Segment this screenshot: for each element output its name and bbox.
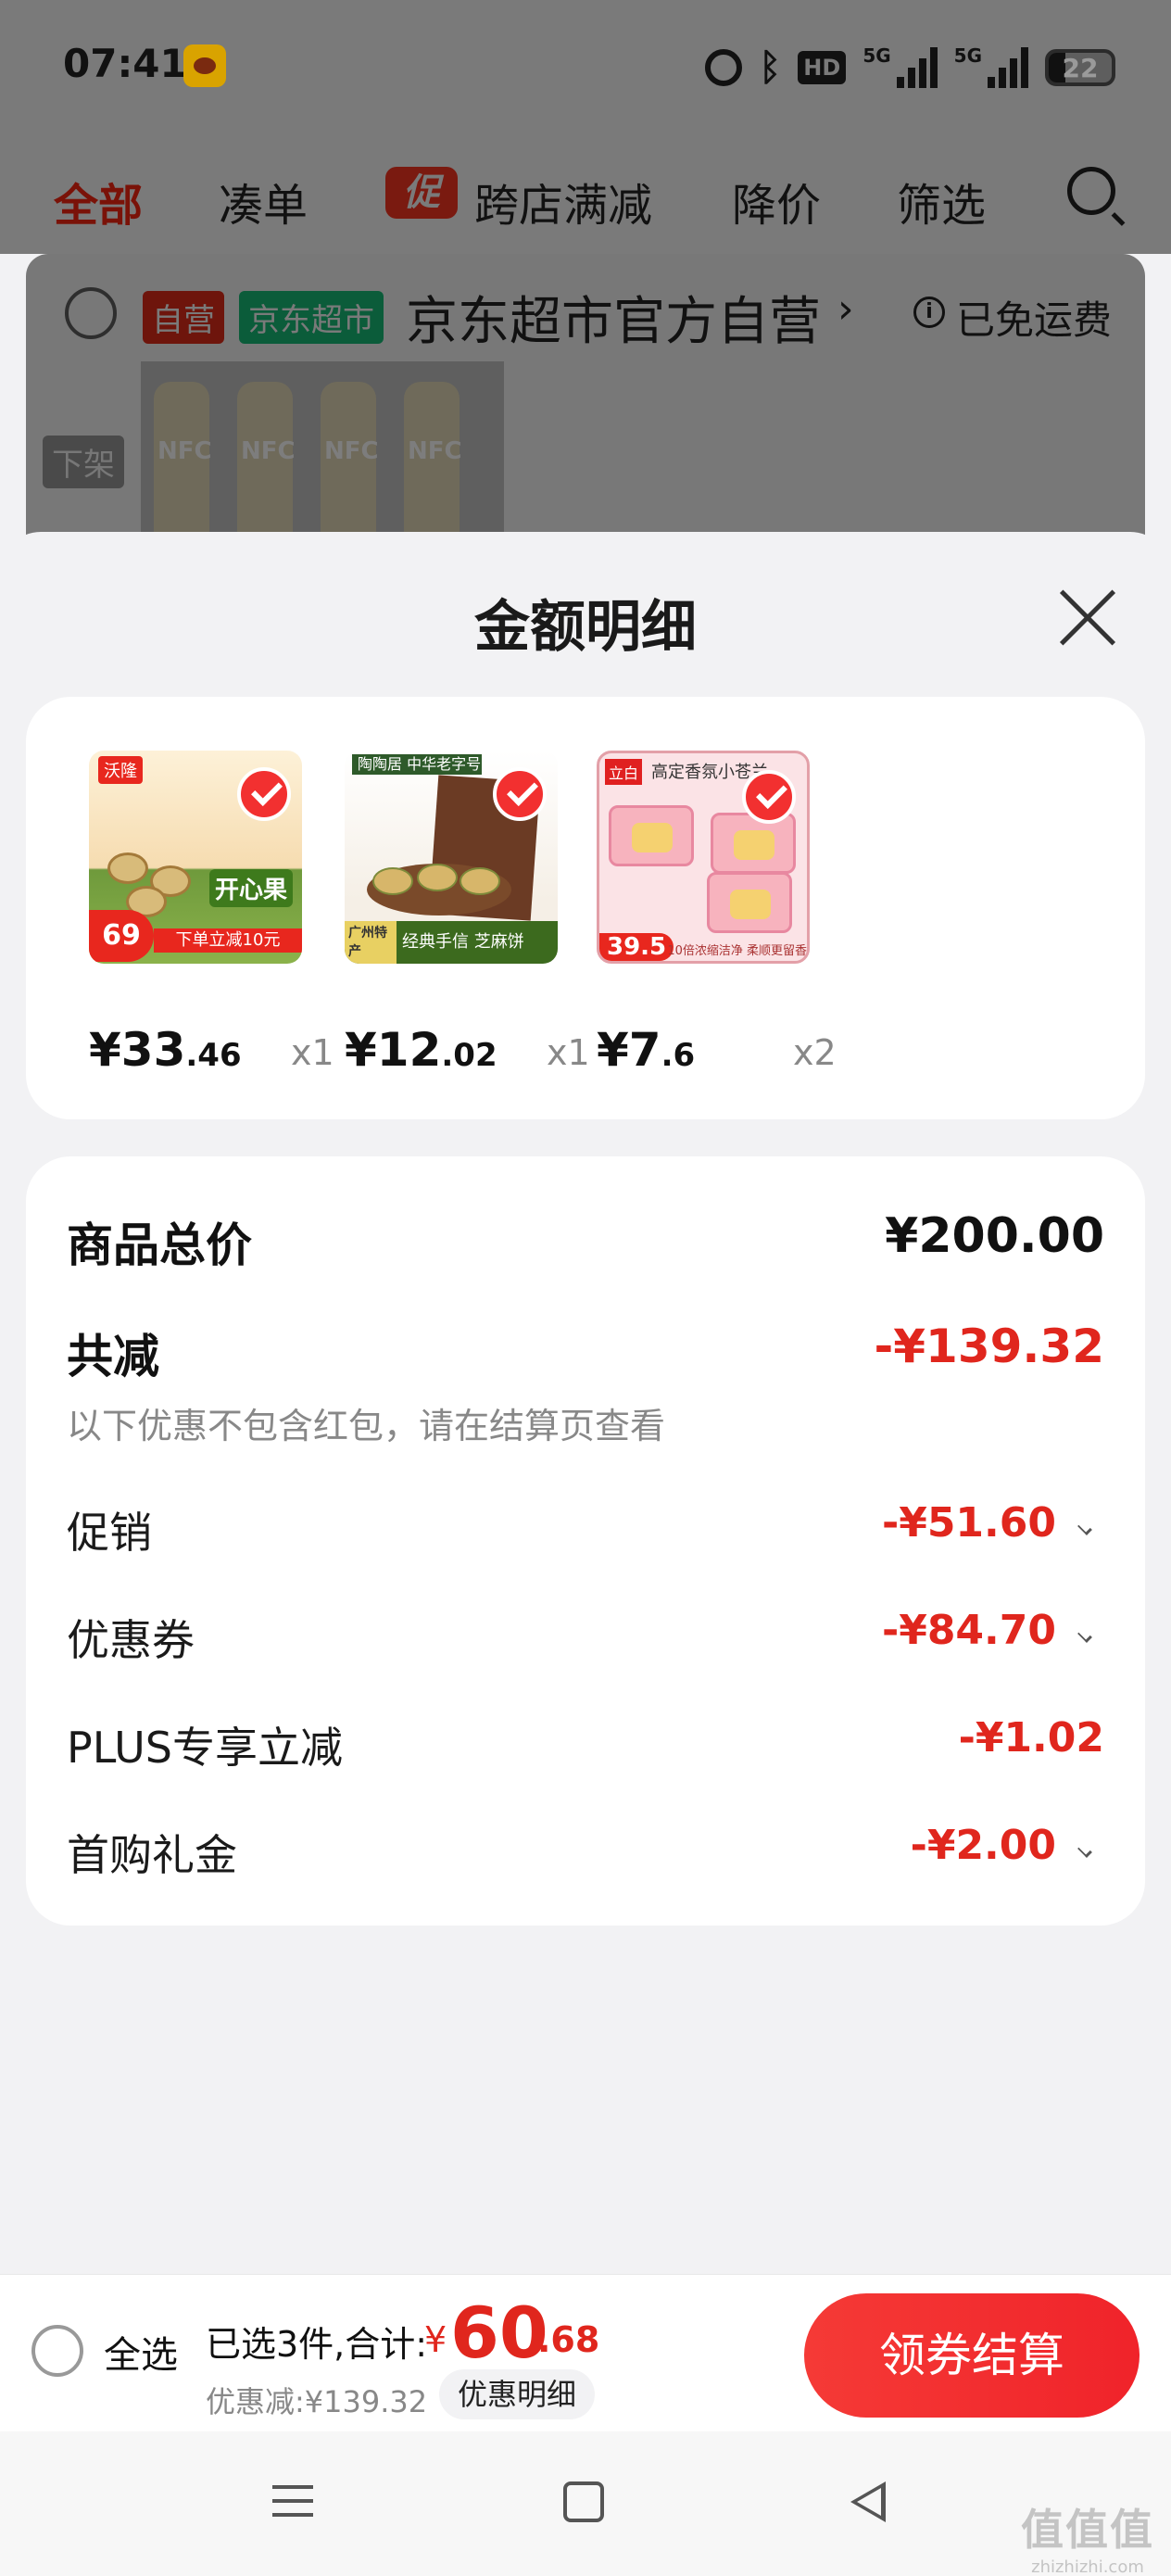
selected-good[interactable]: 立白 高定香氛小苍兰 39.5 10倍浓缩洁净 柔顺更留香 ¥7.6 x2 — [597, 697, 837, 1119]
price-summary-card: 商品总价 ¥200.00 共减 -¥139.32 以下优惠不包含红包，请在结算页… — [26, 1156, 1145, 1926]
free-shipping-label: 已免运费 — [956, 297, 1113, 343]
tab-combine[interactable]: 凑单 — [219, 169, 308, 234]
good-price: ¥12.02 — [345, 1023, 497, 1077]
product-image-laundry-pods: 立白 高定香氛小苍兰 39.5 10倍浓缩洁净 柔顺更留香 — [597, 751, 810, 964]
first-purchase-gift-label: 首购礼金 — [67, 1830, 237, 1880]
close-icon[interactable] — [1058, 587, 1117, 647]
discount-note: 以下优惠不包含红包，请在结算页查看 — [67, 1406, 666, 1446]
total-price-label: 商品总价 — [67, 1219, 252, 1272]
battery-level: 22 — [1062, 52, 1099, 83]
menu-icon[interactable] — [272, 2485, 313, 2517]
off-shelf-badge: 下架 — [43, 436, 124, 488]
plus-discount-row: PLUS专享立减 -¥1.02 — [67, 1714, 1104, 1773]
network-label-2: 5G — [953, 44, 982, 67]
battery-icon: 22 — [1045, 49, 1115, 86]
discount-detail-button[interactable]: 优惠明细 — [439, 2369, 596, 2419]
system-nav-bar: 值值值 zhizhizhi.com — [0, 2431, 1171, 2576]
selected-good[interactable]: 陶陶居 中华老字号 广州特产 经典手信 芝麻饼 ¥12.02 x1 — [345, 697, 590, 1119]
tab-all[interactable]: 全部 — [54, 169, 143, 234]
checked-icon — [742, 770, 796, 824]
watermark: 值值值 zhizhizhi.com — [1021, 2505, 1154, 2576]
sheet-title: 金额明细 — [474, 595, 697, 660]
plus-discount-value: -¥1.02 — [958, 1714, 1104, 1762]
network-label-1: 5G — [863, 44, 891, 67]
alarm-icon — [705, 49, 743, 86]
hd-icon: HD — [798, 51, 847, 84]
coupon-value: -¥84.70 — [881, 1607, 1056, 1654]
chevron-down-icon[interactable] — [1077, 1521, 1092, 1535]
chevron-down-icon[interactable] — [1077, 1628, 1092, 1643]
good-quantity: x2 — [793, 1032, 837, 1073]
total-discount-row: 共减 -¥139.32 — [67, 1320, 1105, 1383]
promotion-row[interactable]: 促销 -¥51.60 — [67, 1499, 1104, 1558]
home-icon[interactable] — [563, 2481, 604, 2522]
bluetooth-icon: ᛒ — [759, 46, 782, 89]
cart-filter-tabs: 全部 凑单 跨店满减 降价 筛选 — [0, 137, 1171, 254]
chevron-right-icon: › — [837, 285, 854, 333]
checked-icon — [493, 767, 547, 821]
product-thumbnail: NFC NFC NFC NFC — [141, 361, 504, 560]
selected-goods-card: 沃隆 开心果 69 下单立减10元 ¥33.46 x1 陶陶居 中华老字号 广州… — [26, 697, 1145, 1119]
select-all-checkbox[interactable] — [31, 2325, 83, 2377]
chevron-down-icon[interactable] — [1077, 1843, 1092, 1858]
total-discount-label: 共减 — [67, 1330, 159, 1383]
checkout-button[interactable]: 领券结算 — [804, 2293, 1140, 2418]
tab-filter[interactable]: 筛选 — [897, 169, 986, 234]
plus-discount-label: PLUS专享立减 — [67, 1723, 343, 1773]
promotion-value: -¥51.60 — [881, 1499, 1056, 1547]
tab-cross-store[interactable]: 跨店满减 — [474, 169, 652, 234]
signal-icon — [988, 47, 1028, 88]
store-name[interactable]: 京东超市官方自营 — [406, 280, 821, 355]
good-price: ¥7.6 — [597, 1023, 696, 1077]
weibo-app-icon — [183, 44, 226, 87]
product-image-pistachio: 沃隆 开心果 69 下单立减10元 — [89, 751, 302, 964]
total-price-row: 商品总价 ¥200.00 — [67, 1208, 1104, 1272]
store-select-checkbox[interactable] — [65, 287, 117, 339]
tab-price-drop[interactable]: 降价 — [732, 169, 821, 234]
total-price-value: ¥200.00 — [885, 1208, 1104, 1264]
jd-supermarket-tag: 京东超市 — [239, 291, 384, 344]
first-purchase-gift-value: -¥2.00 — [910, 1822, 1056, 1869]
info-icon[interactable]: i — [913, 297, 945, 328]
good-quantity: x1 — [291, 1032, 334, 1073]
total-currency: ¥ — [424, 2319, 447, 2360]
self-operated-tag: 自营 — [143, 291, 224, 344]
status-time: 07:41 — [63, 41, 187, 86]
back-icon[interactable] — [850, 2481, 886, 2522]
good-quantity: x1 — [547, 1032, 590, 1073]
selected-good[interactable]: 沃隆 开心果 69 下单立减10元 ¥33.46 x1 — [89, 697, 334, 1119]
amount-detail-sheet: 金额明细 沃隆 开心果 69 下单立减10元 ¥33.46 x1 陶陶居 中华老… — [0, 532, 1171, 2274]
select-all-label[interactable]: 全选 — [104, 2325, 178, 2379]
checkout-bar: 全选 已选3件,合计: ¥ 60 .68 优惠减:¥139.32 优惠明细 领券… — [0, 2274, 1171, 2431]
total-amount-decimal: .68 — [537, 2319, 600, 2360]
total-discount-value: -¥139.32 — [874, 1320, 1105, 1373]
search-icon[interactable] — [1067, 167, 1115, 215]
coupon-label: 优惠券 — [67, 1615, 195, 1665]
good-price: ¥33.46 — [89, 1023, 242, 1077]
status-bar: 07:41 ᛒ HD 5G 5G 22 — [0, 0, 1171, 137]
discount-amount-label: 优惠减:¥139.32 — [206, 2384, 428, 2419]
promo-icon: 促 — [385, 167, 458, 219]
total-amount-int: 60 — [450, 2292, 548, 2374]
store-section: 自营 京东超市 京东超市官方自营 › i 已免运费 NFC NFC NFC NF… — [26, 254, 1145, 560]
checked-icon — [237, 767, 291, 821]
status-indicators: ᛒ HD 5G 5G 22 — [705, 44, 1115, 91]
selected-count-label: 已选3件,合计: — [206, 2324, 428, 2365]
signal-icon — [896, 47, 938, 88]
promotion-label: 促销 — [67, 1508, 152, 1558]
coupon-row[interactable]: 优惠券 -¥84.70 — [67, 1607, 1104, 1665]
first-purchase-gift-row[interactable]: 首购礼金 -¥2.00 — [67, 1822, 1104, 1880]
product-image-sesame-cookie: 陶陶居 中华老字号 广州特产 经典手信 芝麻饼 — [345, 751, 558, 964]
